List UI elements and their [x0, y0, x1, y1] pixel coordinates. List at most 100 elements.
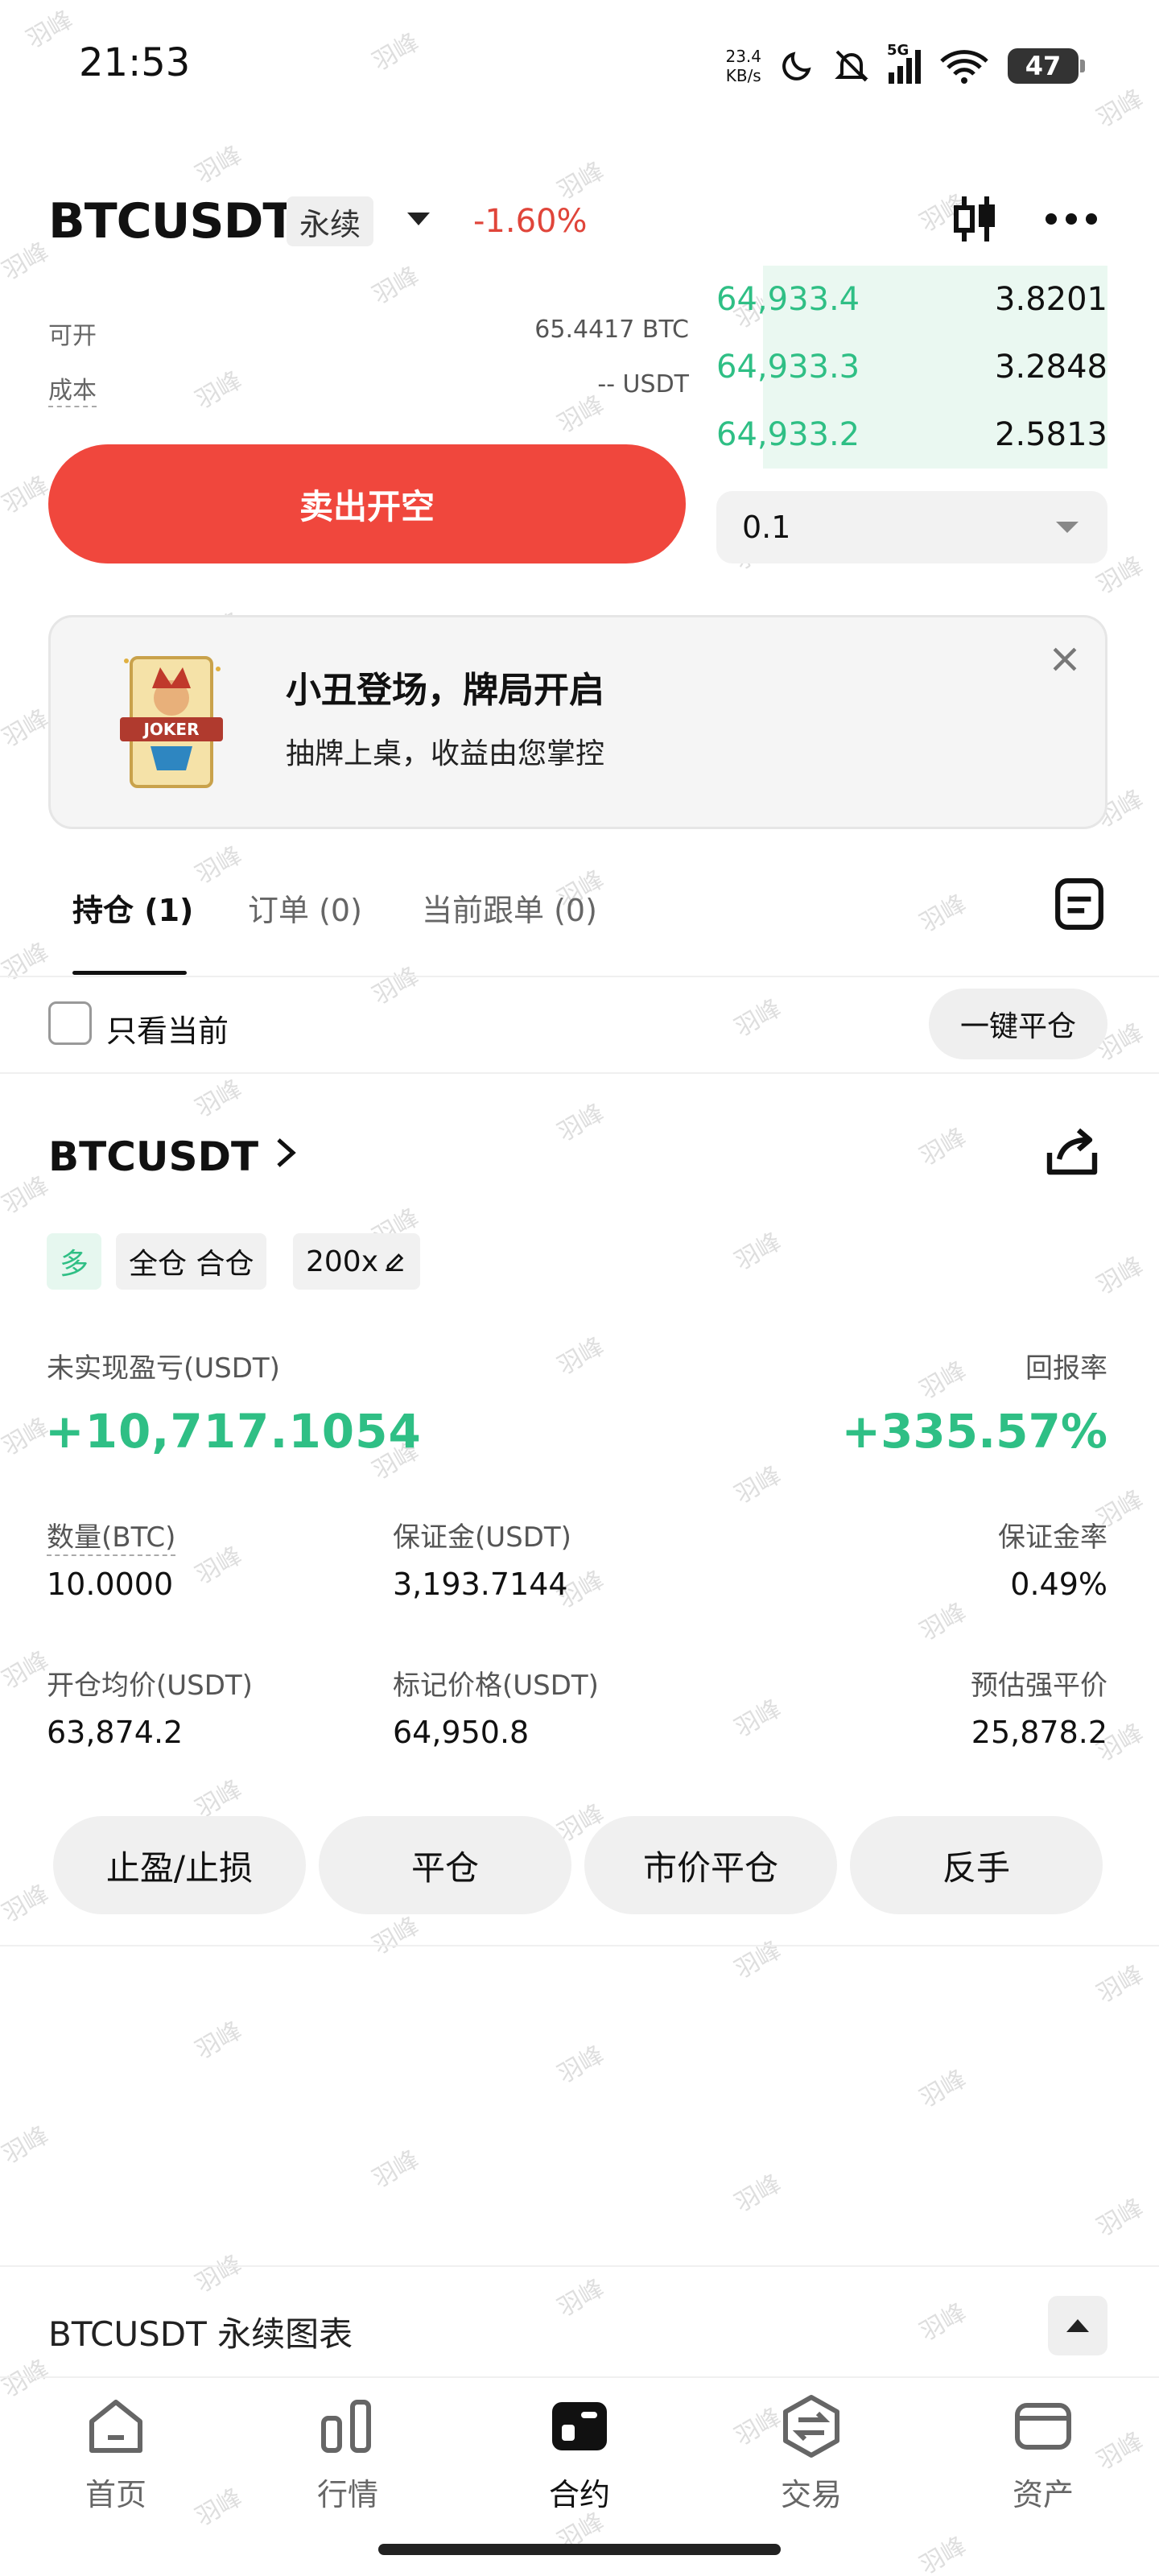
watermark: 羽峰 [1092, 1959, 1149, 2009]
wallet-icon [1015, 2403, 1071, 2450]
margin-value: 3,193.7144 [393, 1567, 568, 1602]
watermark: 羽峰 [1092, 84, 1149, 134]
available-label: 可开 [48, 322, 97, 350]
leverage-badge[interactable]: 200x [293, 1233, 421, 1290]
divider [0, 2376, 1159, 2378]
ask-price: 64,933.4 [716, 281, 860, 318]
watermark: 羽峰 [191, 1074, 247, 1124]
chart-bar-title[interactable]: BTCUSDT 永续图表 [48, 2307, 353, 2356]
watermark: 羽峰 [0, 2120, 54, 2170]
only-current-checkbox[interactable] [48, 1001, 92, 1045]
close-position-button[interactable]: 平仓 [319, 1816, 571, 1914]
close-all-button[interactable]: 一键平仓 [929, 989, 1107, 1059]
watermark: 羽峰 [191, 2249, 247, 2299]
watermark: 羽峰 [553, 1098, 609, 1148]
only-current-label[interactable]: 只看当前 [106, 1006, 229, 1051]
mark-price-value: 64,950.8 [393, 1715, 530, 1750]
watermark: 羽峰 [368, 27, 424, 77]
margin-ratio-label: 保证金率 [998, 1521, 1107, 1554]
depth-precision-value: 0.1 [742, 510, 791, 545]
watermark: 羽峰 [553, 2040, 609, 2090]
candlestick-chart-icon[interactable] [950, 193, 1001, 245]
network-type: 5G [887, 42, 909, 59]
watermark: 羽峰 [730, 1227, 786, 1277]
tab-copy-trading[interactable]: 当前跟单 (0) [422, 886, 597, 930]
entry-price-label: 开仓均价(USDT) [47, 1670, 253, 1702]
edit-icon [386, 1253, 404, 1271]
reverse-position-button[interactable]: 反手 [850, 1816, 1103, 1914]
ask-qty: 3.2848 [995, 349, 1107, 386]
watermark: 羽峰 [0, 1879, 54, 1929]
watermark: 羽峰 [368, 1911, 424, 1961]
order-book-row[interactable]: 64,933.3 3.2848 [716, 333, 1107, 401]
home-icon [89, 2400, 142, 2453]
position-symbol[interactable]: BTCUSDT [48, 1133, 258, 1180]
watermark: 羽峰 [730, 1694, 786, 1744]
watermark: 羽峰 [191, 140, 247, 190]
quantity-label[interactable]: 数量(BTC) [47, 1515, 176, 1556]
nav-assets[interactable]: 资产 [955, 2392, 1132, 2514]
divider [0, 976, 1159, 977]
chevron-right-icon[interactable] [274, 1137, 298, 1169]
ask-qty: 3.8201 [995, 281, 1107, 318]
divider [0, 1072, 1159, 1074]
watermark: 羽峰 [0, 1170, 54, 1220]
market-close-button[interactable]: 市价平仓 [584, 1816, 837, 1914]
watermark: 羽峰 [0, 237, 54, 287]
ask-qty: 2.5813 [995, 416, 1107, 453]
tab-orders[interactable]: 订单 (0) [248, 886, 362, 930]
chart-expand-button[interactable] [1048, 2296, 1107, 2355]
order-book-row[interactable]: 64,933.4 3.8201 [716, 266, 1107, 333]
unrealized-pnl-label: 未实现盈亏(USDT) [47, 1352, 280, 1385]
margin-label: 保证金(USDT) [393, 1521, 571, 1554]
liquidation-price-label: 预估强平价 [971, 1670, 1107, 1702]
cost-label[interactable]: 成本 [48, 370, 97, 407]
status-time: 21:53 [79, 40, 191, 85]
net-speed: 23.4 KB/s [725, 47, 761, 85]
watermark: 羽峰 [730, 1935, 786, 1985]
tp-sl-button[interactable]: 止盈/止损 [53, 1816, 306, 1914]
battery-level: 47 [1025, 51, 1062, 81]
watermark: 羽峰 [553, 1331, 609, 1381]
cost-value: -- USDT [597, 370, 689, 398]
margin-ratio-value: 0.49% [1010, 1567, 1107, 1602]
sell-open-short-button[interactable]: 卖出开空 [48, 444, 686, 564]
roe-value: +335.57% [841, 1404, 1107, 1459]
entry-price-value: 63,874.2 [47, 1715, 184, 1750]
watermark: 羽峰 [368, 261, 424, 311]
watermark: 羽峰 [0, 1645, 54, 1695]
moon-icon [782, 52, 811, 80]
order-book-row[interactable]: 64,933.2 2.5813 [716, 401, 1107, 469]
battery-icon: 47 [1008, 48, 1085, 84]
nav-futures[interactable]: 合约 [491, 2392, 668, 2514]
leverage-value: 200x [306, 1245, 379, 1278]
unrealized-pnl-value: +10,717.1054 [45, 1404, 422, 1459]
more-options-icon[interactable] [1043, 211, 1099, 227]
watermark: 羽峰 [0, 937, 54, 987]
promo-subtitle: 抽牌上桌，收益由您掌控 [286, 737, 605, 770]
symbol-dropdown-icon[interactable] [407, 213, 430, 225]
status-icons: 23.4 KB/s 5G 47 [725, 40, 1085, 92]
nav-trade[interactable]: 交易 [723, 2392, 900, 2514]
share-icon[interactable] [1043, 1124, 1101, 1182]
net-speed-value: 23.4 [725, 47, 761, 66]
watermark: 羽峰 [22, 5, 78, 55]
close-icon[interactable] [1047, 642, 1083, 677]
document-icon[interactable] [1054, 877, 1104, 931]
promo-banner[interactable]: JOKER 小丑登场，牌局开启 抽牌上桌，收益由您掌控 [48, 615, 1107, 829]
tab-positions[interactable]: 持仓 (1) [72, 886, 193, 930]
nav-label: 交易 [780, 2477, 842, 2512]
home-indicator[interactable] [378, 2544, 781, 2555]
watermark: 羽峰 [191, 840, 247, 890]
bell-muted-icon [835, 50, 868, 82]
nav-market[interactable]: 行情 [259, 2392, 436, 2514]
quantity-value: 10.0000 [47, 1567, 174, 1602]
wifi-icon [940, 50, 988, 84]
watermark: 羽峰 [553, 2273, 609, 2323]
net-speed-unit: KB/s [725, 66, 761, 85]
nav-home[interactable]: 首页 [27, 2392, 204, 2514]
joker-text: JOKER [142, 720, 199, 739]
divider [0, 1945, 1159, 1946]
symbol-title[interactable]: BTCUSDT [48, 193, 295, 250]
depth-precision-select[interactable]: 0.1 [716, 491, 1107, 564]
